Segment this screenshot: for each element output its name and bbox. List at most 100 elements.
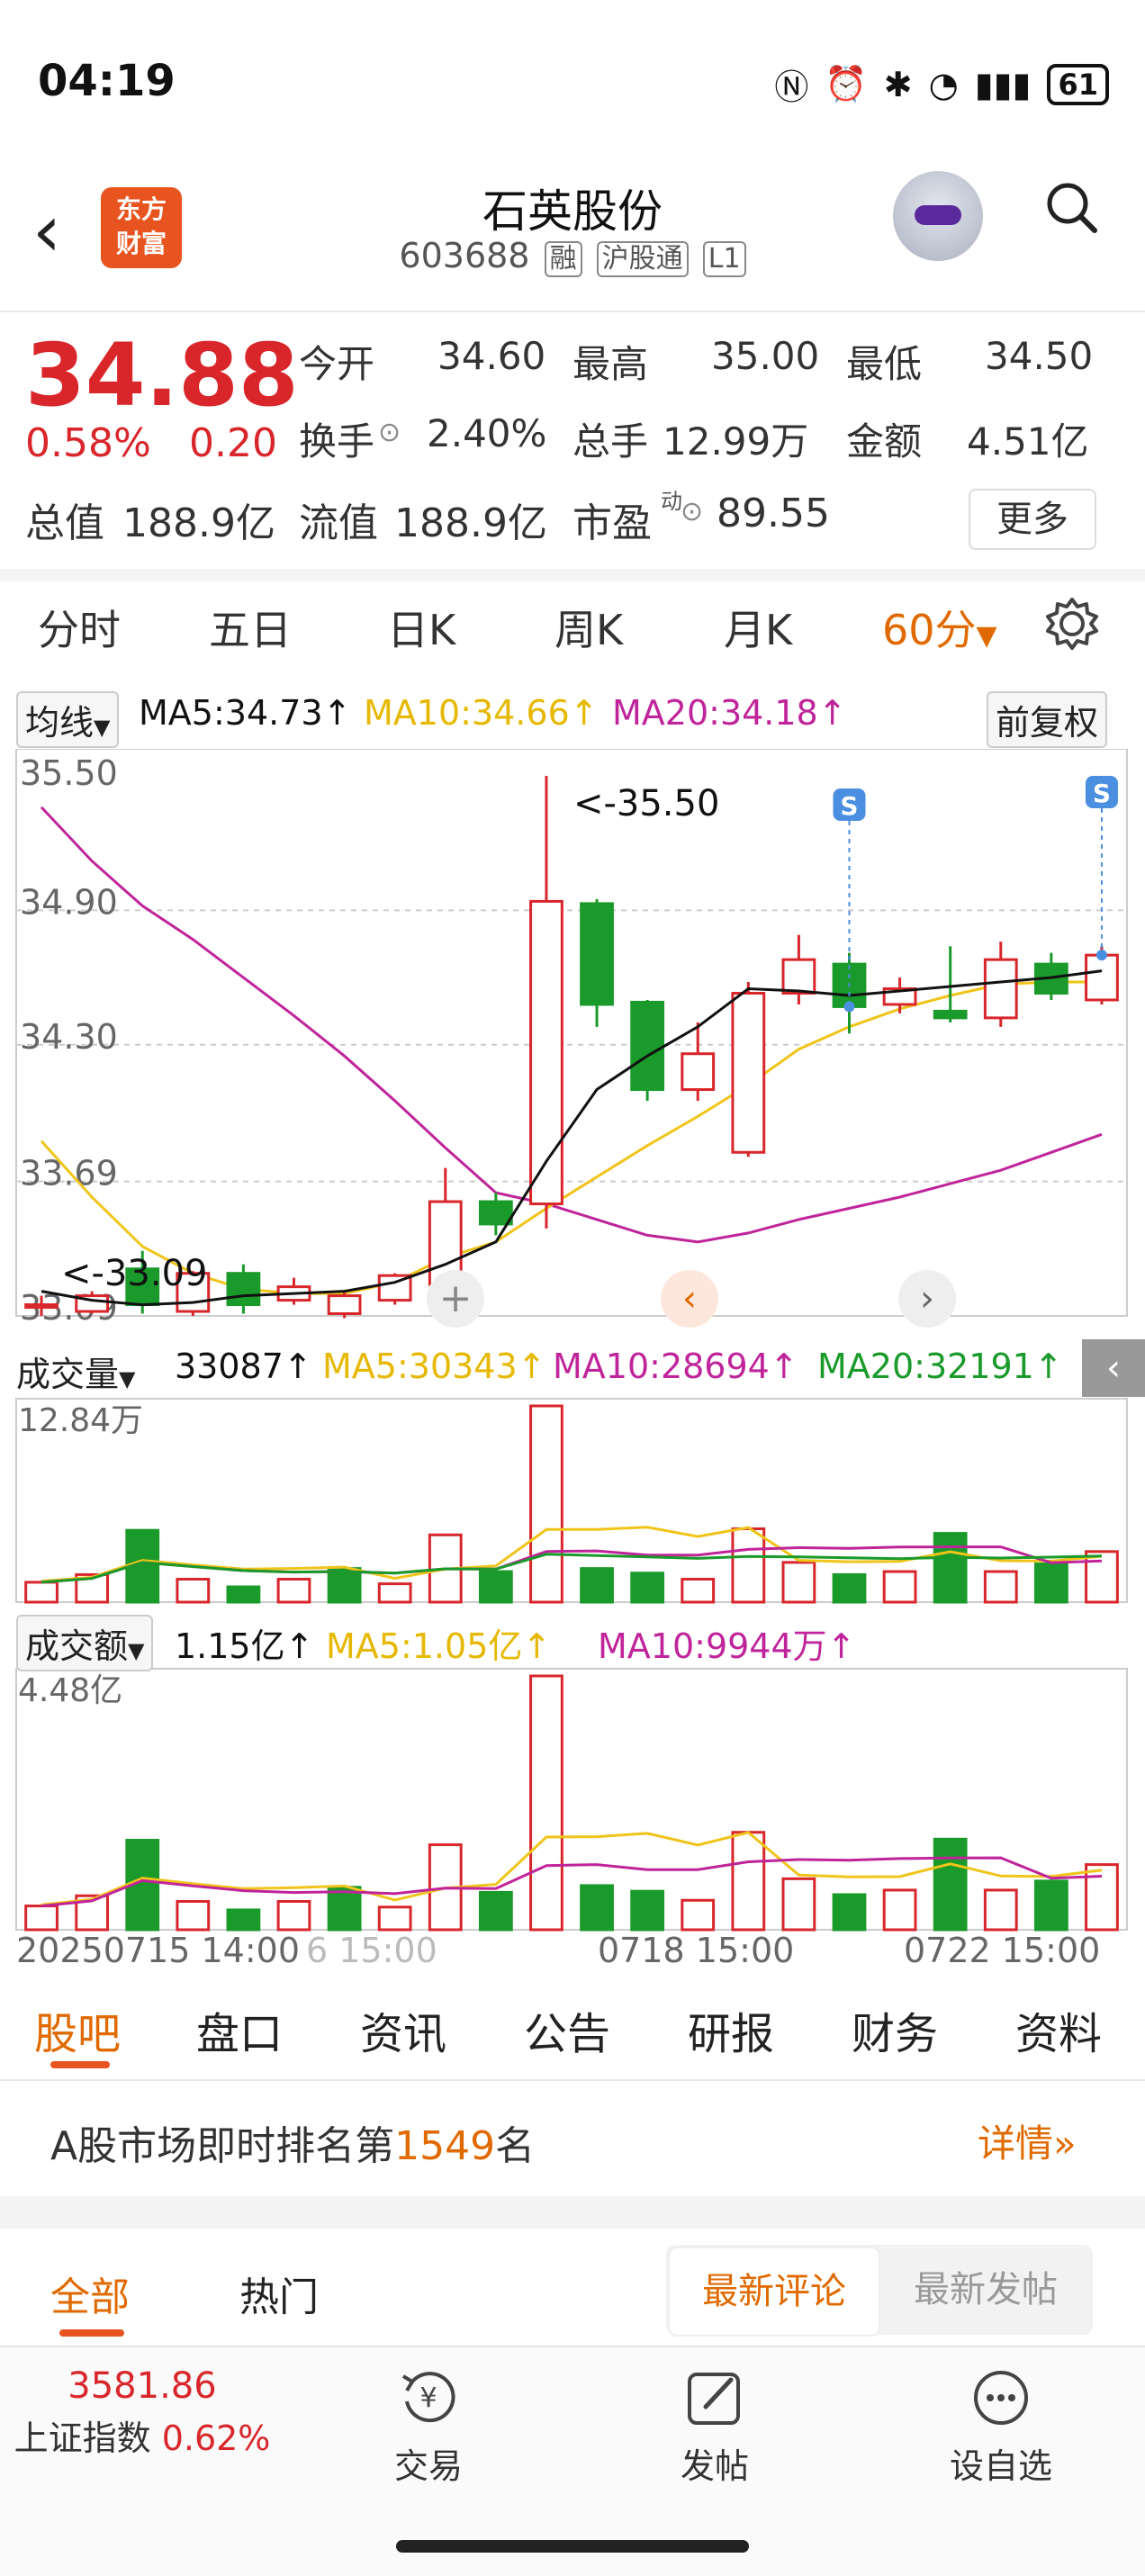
status-bar: 04:19 Ⓝ ⏰ ✱ ◔ ▮▮▮ 61 (0, 0, 1145, 153)
caret-down-icon: ▼ (94, 715, 111, 740)
volume-bar (176, 1578, 211, 1604)
wifi-icon: ◔ (928, 64, 959, 104)
content-tabs: 股吧 盘口 资讯 公告 研报 财务 资料 (0, 1971, 1145, 2079)
rank-detail-label: 详情 (978, 2121, 1054, 2166)
volume-bar (377, 1582, 412, 1604)
tab-announcements[interactable]: 公告 (524, 1998, 610, 2061)
tab-profile[interactable]: 资料 (1015, 1998, 1102, 2061)
pe-info-icon[interactable]: ⊙ (681, 496, 703, 527)
rank-banner[interactable]: A股市场即时排名第1549名 详情» (0, 2081, 1145, 2196)
volume-value: 12.99万 (663, 419, 809, 464)
turnover-value: 2.40% (427, 411, 547, 455)
tab-orderbook[interactable]: 盘口 (196, 1998, 283, 2061)
tab-60min[interactable]: 60分▼ (882, 598, 997, 657)
pe-value: 89.55 (717, 491, 830, 536)
volume-bar (226, 1585, 261, 1604)
ma10-label: MA10:34.66↑ (364, 693, 599, 733)
volume-ma20: MA20:32191↑ (817, 1347, 1063, 1386)
volume-selector[interactable]: 成交量▼ (16, 1347, 135, 1396)
yen-coin-icon: ¥ (401, 2372, 455, 2423)
status-time: 04:19 (38, 56, 176, 106)
adjust-button[interactable]: 前复权 (987, 691, 1108, 748)
amount-max-label: 4.48亿 (18, 1672, 122, 1709)
index-ticker[interactable]: 3581.86 上证指数 0.62% (0, 2365, 284, 2460)
amount-bar (327, 1886, 362, 1932)
tab-research[interactable]: 研报 (688, 1998, 774, 2061)
app-header: ‹ 东方 财富 石英股份 603688 融 沪股通 L1 (0, 153, 1145, 311)
tab-all[interactable]: 全部 (50, 2265, 130, 2322)
ma5-label: MA5:34.73↑ (139, 693, 352, 733)
trade-label: 交易 (393, 2446, 463, 2486)
caret-down-icon: ▼ (976, 620, 997, 652)
volume-bar (478, 1570, 513, 1604)
alarm-icon: ⏰ (825, 64, 868, 104)
tab-intraday[interactable]: 分时 (38, 598, 121, 657)
price-frame (15, 749, 1128, 1317)
candle-body (781, 958, 816, 995)
sort-latest-comment[interactable]: 最新评论 (668, 2247, 880, 2337)
tab-news[interactable]: 资讯 (360, 1998, 446, 2061)
high-annotation: <-35.50 (573, 783, 719, 824)
volume-max-label: 12.84万 (18, 1402, 143, 1439)
assistant-avatar[interactable] (893, 171, 983, 261)
status-icons: Ⓝ ⏰ ✱ ◔ ▮▮▮ 61 (774, 59, 1109, 109)
watchlist-label: 设自选 (949, 2446, 1052, 2486)
candle-body (226, 1272, 261, 1307)
amount-bar (1033, 1879, 1068, 1932)
tab-financials[interactable]: 财务 (852, 1998, 938, 2061)
tab-hot[interactable]: 热门 (239, 2265, 319, 2322)
bluetooth-icon: ✱ (883, 64, 913, 104)
amount-legend: 成交额▼ 1.15亿↑ MA5:1.05亿↑ MA10:9944万↑ (0, 1615, 1145, 1671)
rank-suffix: 名 (495, 2123, 536, 2169)
candle-body (580, 902, 614, 1006)
rank-number: 1549 (394, 2123, 496, 2169)
signal-label: S (1093, 779, 1111, 808)
open-label: 今开 (299, 342, 375, 386)
amount-bar (681, 1898, 716, 1932)
collapse-panel-icon[interactable]: ‹ (1082, 1339, 1145, 1397)
volume-bar (681, 1578, 716, 1604)
price-panel: 35.5034.9034.3033.6933.09<-35.50<-33.09S… (15, 749, 1128, 1328)
amount-bar (176, 1900, 211, 1932)
gear-icon[interactable] (1044, 596, 1100, 652)
rank-prefix: A股市场即时排名第 (50, 2123, 395, 2169)
tag-level: L1 (702, 241, 746, 277)
add-watchlist-button[interactable]: 设自选 (911, 2365, 1091, 2488)
volume-bar (327, 1567, 362, 1604)
tab-five-day[interactable]: 五日 (209, 598, 292, 657)
amount-selector[interactable]: 成交额▼ (16, 1615, 154, 1671)
search-icon[interactable] (1044, 180, 1098, 234)
open-value: 34.60 (437, 334, 546, 378)
amount-bar (529, 1674, 563, 1932)
post-button[interactable]: 发帖 (625, 2365, 805, 2488)
tab-weekly-k[interactable]: 周K (554, 598, 623, 657)
chevron-left-icon[interactable]: ‹ (661, 1270, 718, 1328)
quote-panel: 34.88 0.58% 0.20 今开 34.60 最高 35.00 最低 34… (0, 312, 1145, 569)
svg-text:¥: ¥ (419, 2382, 437, 2414)
index-percent: 0.62% (161, 2418, 271, 2458)
signal-label: S (840, 791, 858, 821)
ma-selector[interactable]: 均线▼ (16, 691, 120, 748)
rank-detail-link[interactable]: 详情» (978, 2113, 1077, 2168)
add-indicator-icon[interactable]: + (427, 1270, 484, 1328)
y-tick-label: 34.30 (20, 1017, 118, 1057)
sort-latest-post[interactable]: 最新发帖 (880, 2247, 1091, 2333)
trade-button[interactable]: ¥ 交易 (338, 2365, 518, 2488)
caret-down-icon: ▼ (128, 1638, 145, 1663)
x-tick-label: 20250715 14:00 (16, 1931, 300, 1970)
signal-dot (843, 1001, 855, 1013)
stock-code: 603688 (399, 236, 530, 275)
tab-daily-k[interactable]: 日K (387, 598, 455, 657)
tab-monthly-k[interactable]: 月K (724, 598, 792, 657)
more-button[interactable]: 更多 (969, 489, 1096, 550)
section-gap (0, 2196, 1145, 2229)
chevron-right-icon[interactable]: › (898, 1270, 956, 1328)
amount-bar (478, 1890, 513, 1932)
tab-forum[interactable]: 股吧 (34, 1998, 121, 2061)
info-icon[interactable]: ⊙ (378, 417, 401, 448)
amount-bar (24, 1905, 59, 1932)
ma10-line (40, 980, 1102, 1295)
candle-body (933, 1009, 968, 1020)
pe-sup: 动 (661, 489, 682, 514)
low-annotation: <-33.09 (61, 1253, 207, 1294)
